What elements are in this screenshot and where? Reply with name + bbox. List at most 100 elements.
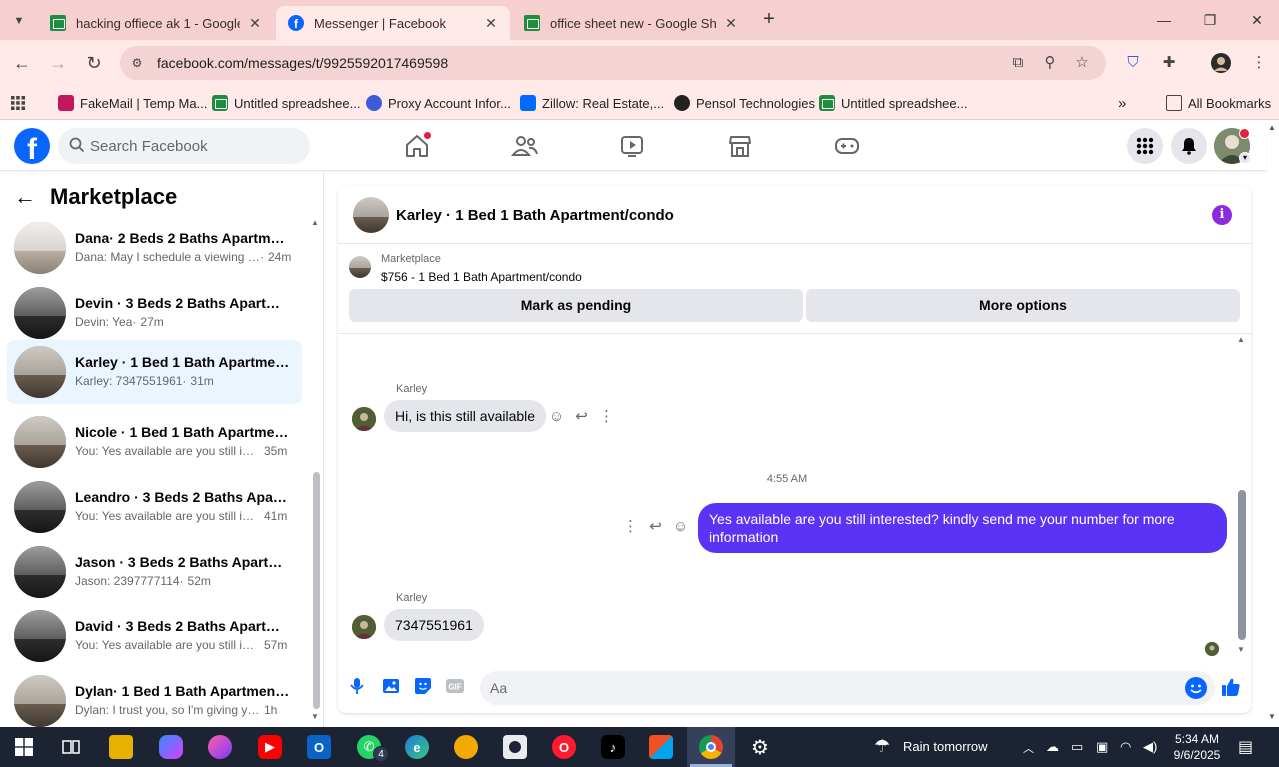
weather-text[interactable]: Rain tomorrow [903, 739, 988, 754]
thread-scroll-up-icon[interactable]: ▲ [1237, 335, 1245, 344]
tab-office-sheet-new[interactable]: office sheet new - Google Sheet ✕ [512, 6, 750, 40]
marketplace-store-icon[interactable] [722, 131, 758, 161]
new-tab-button[interactable]: + [758, 8, 780, 30]
react-emoji-icon[interactable]: ☺ [544, 408, 569, 425]
show-hidden-icons-chevron-icon[interactable]: ︿ [1023, 740, 1034, 756]
conversation-item-dana[interactable]: Dana· 2 Beds 2 Baths Apartmen... Dana: M… [7, 216, 302, 280]
conversation-item-karley[interactable]: Karley · 1 Bed 1 Bath Apartment... Karle… [7, 340, 302, 404]
notification-center-icon[interactable]: ▤ [1238, 737, 1253, 757]
sender-avatar[interactable] [352, 615, 376, 639]
more-options-icon[interactable]: ⋮ [618, 517, 643, 535]
photo-gallery-icon[interactable] [380, 677, 402, 699]
close-tab-icon[interactable]: ✕ [246, 15, 264, 32]
menu-grid-icon[interactable] [1127, 128, 1163, 164]
rain-umbrella-icon[interactable]: ☂ [874, 736, 890, 757]
gaming-controller-icon[interactable] [829, 131, 865, 161]
incoming-message-bubble[interactable]: 7347551961 [384, 609, 484, 641]
device-icon[interactable]: ▣ [1096, 739, 1108, 755]
edge-browser-icon[interactable]: e [405, 735, 429, 759]
conversation-item-david[interactable]: David · 3 Beds 2 Baths Apartme... You: Y… [7, 604, 302, 668]
microsoft-store-icon[interactable] [649, 735, 673, 759]
bookmark-proxy-account[interactable]: Proxy Account Infor... [366, 92, 511, 114]
like-thumbs-up-icon[interactable] [1220, 677, 1242, 699]
extensions-puzzle-icon[interactable]: ✚ [1158, 52, 1180, 74]
restore-icon[interactable]: ❐ [1198, 8, 1222, 32]
conversation-item-jason[interactable]: Jason · 3 Beds 2 Baths Apartme... Jason:… [7, 540, 302, 604]
app-icon[interactable] [503, 735, 527, 759]
list-scroll-down-icon[interactable]: ▼ [311, 712, 319, 721]
list-scrollbar-thumb[interactable] [313, 472, 320, 709]
battery-icon[interactable]: ▭ [1071, 739, 1083, 755]
close-tab-icon[interactable]: ✕ [722, 15, 740, 32]
task-view-icon[interactable] [59, 735, 83, 759]
close-tab-icon[interactable]: ✕ [482, 15, 500, 32]
thread-scrollbar-thumb[interactable] [1238, 490, 1246, 640]
more-bookmarks-chevron-icon[interactable]: » [1118, 92, 1126, 114]
system-clock[interactable]: 5:34 AM 9/6/2025 [1167, 731, 1227, 763]
facebook-logo-icon[interactable]: f [14, 128, 50, 164]
wifi-icon[interactable]: ◠ [1120, 739, 1131, 755]
browser-menu-icon[interactable]: ⋮ [1248, 52, 1270, 74]
chevron-down-icon[interactable]: ▾ [1239, 152, 1251, 164]
site-info-icon[interactable]: ⚙ [128, 54, 146, 72]
conversation-item-devin[interactable]: Devin · 3 Beds 2 Baths Apartme... Devin:… [7, 281, 302, 345]
volume-icon[interactable]: ◀) [1143, 739, 1157, 755]
bookmark-untitled-spreadsheet-1[interactable]: Untitled spreadshee... [212, 92, 360, 114]
reply-icon[interactable]: ↩ [569, 407, 594, 425]
tab-search-icon[interactable]: ▼ [8, 10, 30, 32]
facebook-search-box[interactable] [58, 128, 310, 164]
install-app-icon[interactable]: ⧉ [1008, 53, 1028, 73]
thread-scroll-down-icon[interactable]: ▼ [1237, 645, 1245, 654]
message-input-box[interactable] [480, 671, 1215, 705]
info-icon[interactable]: i [1212, 205, 1232, 225]
profile-avatar-icon[interactable] [1210, 52, 1232, 74]
outgoing-message-bubble[interactable]: Yes available are you still interested? … [698, 503, 1227, 553]
url-text[interactable]: facebook.com/messages/t/9925592017469598 [157, 55, 448, 71]
reply-icon[interactable]: ↩ [643, 517, 668, 535]
mark-as-pending-button[interactable]: Mark as pending [349, 289, 803, 322]
listing-avatar[interactable] [353, 197, 389, 233]
emoji-icon[interactable] [1185, 677, 1207, 699]
more-options-button[interactable]: More options [806, 289, 1240, 322]
conversation-item-dylan[interactable]: Dylan· 1 Bed 1 Bath Apartment/c... Dylan… [7, 669, 302, 733]
sender-avatar[interactable] [352, 407, 376, 431]
apps-grid-icon[interactable] [10, 92, 26, 114]
app-icon[interactable] [208, 735, 232, 759]
youtube-icon[interactable]: ▶ [258, 735, 282, 759]
windows-start-icon[interactable] [12, 735, 36, 759]
forward-arrow-icon[interactable]: → [46, 51, 70, 75]
tab-hacking-offiece[interactable]: hacking offiece ak 1 - Google Sh ✕ [38, 6, 274, 40]
back-arrow-icon[interactable]: ← [14, 184, 44, 210]
more-options-icon[interactable]: ⋮ [594, 407, 619, 425]
file-explorer-icon[interactable] [109, 735, 133, 759]
onedrive-cloud-icon[interactable]: ☁ [1046, 739, 1059, 755]
conversation-item-nicole[interactable]: Nicole · 1 Bed 1 Bath Apartment... You: … [7, 410, 302, 474]
bookmark-zillow[interactable]: Zillow: Real Estate,... [520, 92, 664, 114]
react-emoji-icon[interactable]: ☺ [668, 518, 693, 535]
home-icon[interactable] [399, 131, 435, 161]
shield-extension-icon[interactable]: ⛉ [1122, 52, 1144, 74]
incoming-message-bubble[interactable]: Hi, is this still available [384, 400, 547, 432]
tab-messenger-facebook[interactable]: f Messenger | Facebook ✕ [276, 6, 510, 40]
medal-app-icon[interactable] [454, 735, 478, 759]
bookmark-star-icon[interactable]: ☆ [1072, 53, 1092, 73]
all-bookmarks-button[interactable]: All Bookmarks [1166, 92, 1271, 114]
list-scroll-up-icon[interactable]: ▲ [311, 218, 319, 227]
listing-price[interactable]: $756 - 1 Bed 1 Bath Apartment/condo [381, 270, 582, 284]
reload-icon[interactable]: ↻ [82, 51, 106, 75]
back-arrow-icon[interactable]: ← [10, 51, 34, 75]
zoom-icon[interactable]: ⚲ [1040, 53, 1060, 73]
gif-icon[interactable]: GIF [444, 677, 466, 699]
bookmark-untitled-spreadsheet-2[interactable]: Untitled spreadshee... [819, 92, 967, 114]
notifications-bell-icon[interactable] [1171, 128, 1207, 164]
close-window-icon[interactable]: ✕ [1245, 8, 1269, 32]
friends-icon[interactable] [507, 131, 543, 161]
sticker-icon[interactable] [412, 677, 434, 699]
conversation-item-leandro[interactable]: Leandro · 3 Beds 2 Baths Apart... You: Y… [7, 475, 302, 539]
tiktok-icon[interactable]: ♪ [601, 735, 625, 759]
watch-video-icon[interactable] [614, 131, 650, 161]
search-input[interactable] [90, 128, 300, 164]
settings-gear-icon[interactable]: ⚙ [748, 735, 772, 759]
minimize-icon[interactable]: — [1152, 8, 1176, 32]
chrome-icon[interactable] [690, 735, 732, 767]
